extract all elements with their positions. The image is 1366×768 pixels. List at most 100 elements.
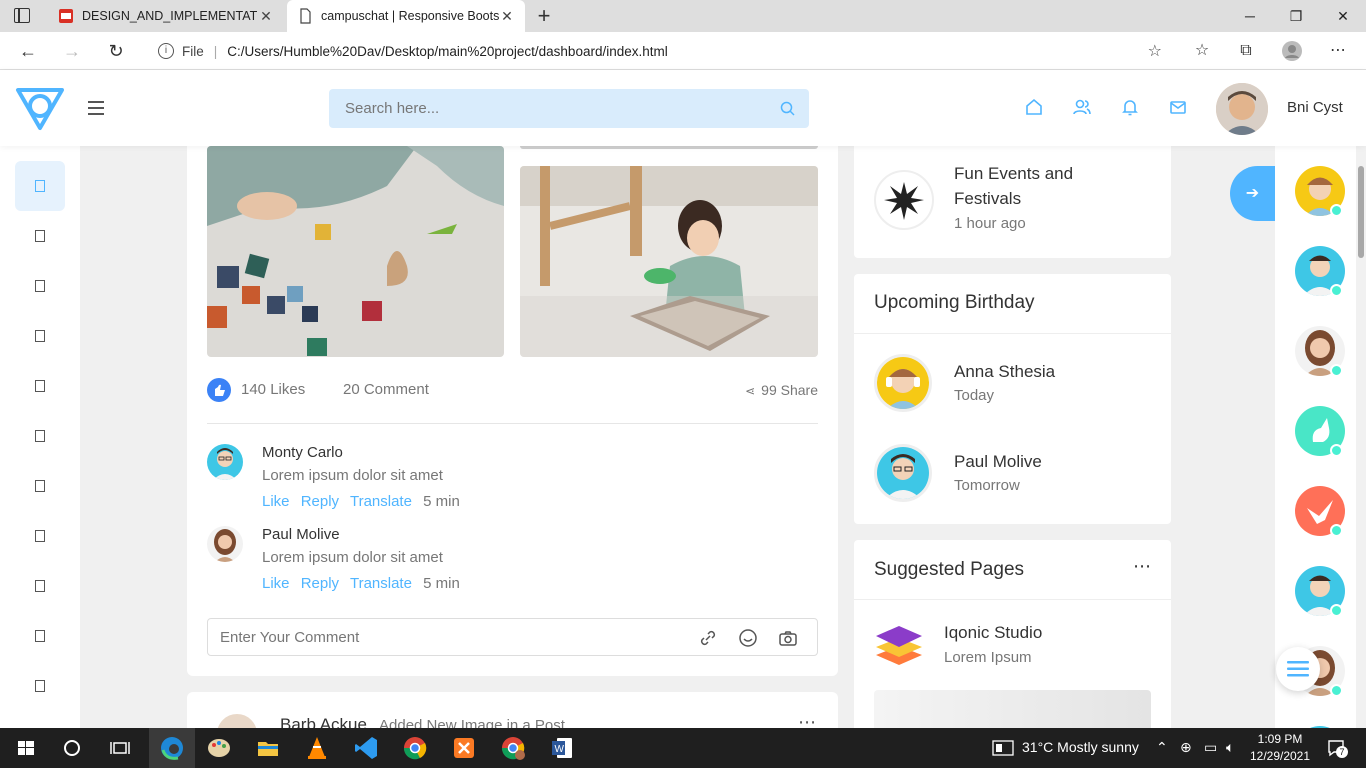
sidebar-item-music[interactable] <box>15 611 65 661</box>
friends-icon[interactable] <box>1072 97 1092 117</box>
collections-icon[interactable]: ⧉ <box>1234 40 1258 62</box>
comment-author[interactable]: Paul Molive <box>262 526 340 543</box>
mail-icon[interactable] <box>1168 97 1188 117</box>
restore-icon[interactable]: ❐ <box>1273 0 1319 32</box>
browser-tab-pdf[interactable]: DESIGN_AND_IMPLEMENTATION ✕ <box>48 0 284 32</box>
logo-icon[interactable] <box>14 84 66 132</box>
home-icon[interactable] <box>1024 97 1044 117</box>
file-explorer-icon[interactable] <box>254 734 282 762</box>
event-thumb[interactable] <box>874 170 934 230</box>
sidebar-item-photos[interactable] <box>15 411 65 461</box>
scrollbar-thumb[interactable] <box>1358 166 1364 258</box>
paint-icon[interactable] <box>205 734 233 762</box>
more-options-icon[interactable]: ⋯ <box>798 712 816 728</box>
search-input[interactable] <box>329 89 749 128</box>
reply-link[interactable]: Reply <box>301 575 339 592</box>
vlc-icon[interactable] <box>303 734 331 762</box>
comment-author[interactable]: Monty Carlo <box>262 444 343 461</box>
volume-icon[interactable]: 🔈︎ <box>1226 739 1234 756</box>
avatar[interactable] <box>215 712 259 728</box>
task-view-icon[interactable] <box>106 734 134 762</box>
search-icon[interactable] <box>780 101 795 116</box>
sidebar-item-friends[interactable] <box>15 261 65 311</box>
chevron-up-icon[interactable]: ⌃ <box>1156 739 1168 756</box>
iqonic-logo-icon[interactable] <box>874 622 924 670</box>
likes-count[interactable]: 140 Likes <box>241 381 305 398</box>
refresh-icon[interactable]: ↻ <box>102 38 130 64</box>
post-photo[interactable] <box>520 166 818 357</box>
notification-center-icon[interactable]: 7 <box>1326 738 1348 758</box>
sidebar-item-calendar[interactable] <box>15 561 65 611</box>
sidebar-item-profile[interactable] <box>15 211 65 261</box>
avatar[interactable] <box>207 444 243 480</box>
back-icon[interactable]: ← <box>14 38 42 64</box>
search-taskbar-icon[interactable] <box>58 734 86 762</box>
translate-link[interactable]: Translate <box>350 575 412 592</box>
avatar[interactable] <box>207 526 243 562</box>
user-name[interactable]: Bni Cyst <box>1287 99 1343 116</box>
reply-link[interactable]: Reply <box>301 493 339 510</box>
like-link[interactable]: Like <box>262 493 290 510</box>
comment-input[interactable] <box>208 619 668 655</box>
event-title-line2[interactable]: Festivals <box>954 189 1021 209</box>
vscode-icon[interactable] <box>352 734 380 762</box>
avatar[interactable] <box>1216 83 1268 135</box>
forward-icon[interactable]: → <box>58 38 86 64</box>
share-button[interactable]: ⋖ 99 Share <box>745 382 818 398</box>
close-tab-icon[interactable]: ✕ <box>258 8 274 25</box>
profile-icon[interactable] <box>1280 40 1304 62</box>
minimize-icon[interactable]: ─ <box>1227 0 1273 32</box>
edge-icon[interactable] <box>158 734 186 762</box>
word-icon[interactable]: W <box>548 734 576 762</box>
more-menu-icon[interactable]: ⋯ <box>1326 40 1350 62</box>
sidebar-item-pages[interactable] <box>15 361 65 411</box>
browser-tab-active[interactable]: campuschat | Responsive Bootstr ✕ <box>287 0 525 32</box>
like-icon[interactable] <box>207 378 231 402</box>
emoji-icon[interactable] <box>738 628 758 648</box>
page-cover-image[interactable] <box>874 690 1151 728</box>
add-favorite-icon[interactable]: ☆ <box>1148 41 1162 61</box>
link-icon[interactable] <box>698 628 718 648</box>
tab-actions-icon[interactable] <box>14 8 30 23</box>
page-scrollbar[interactable] <box>1356 146 1366 728</box>
comments-count[interactable]: 20 Comment <box>343 381 429 398</box>
app-header: Bni Cyst <box>0 70 1366 146</box>
post-photo[interactable] <box>207 146 504 357</box>
chat-menu-button[interactable] <box>1276 647 1320 691</box>
globe-icon[interactable]: ⊕ <box>1180 739 1192 756</box>
taskbar-clock[interactable]: 1:09 PM 12/29/2021 <box>1240 731 1320 765</box>
birthday-name[interactable]: Anna Sthesia <box>954 362 1055 382</box>
collapse-chat-button[interactable]: ➔ <box>1230 166 1275 221</box>
favorites-icon[interactable]: ☆ <box>1190 40 1214 62</box>
birthday-when: Tomorrow <box>954 477 1020 494</box>
sidebar-item-events[interactable] <box>15 511 65 561</box>
sidebar-item-groups[interactable] <box>15 311 65 361</box>
close-window-icon[interactable]: ✕ <box>1320 0 1366 32</box>
birthday-name[interactable]: Paul Molive <box>954 452 1042 472</box>
page-name[interactable]: Iqonic Studio <box>944 623 1042 643</box>
bell-icon[interactable] <box>1120 97 1140 117</box>
like-link[interactable]: Like <box>262 575 290 592</box>
battery-icon[interactable]: ▭ <box>1204 739 1217 756</box>
sidebar-item-newsfeed[interactable] <box>15 161 65 211</box>
address-bar[interactable]: i File | C:/Users/Humble%20Dav/Desktop/m… <box>146 37 1176 65</box>
translate-link[interactable]: Translate <box>350 493 412 510</box>
chrome-profile-icon[interactable] <box>499 734 527 762</box>
sidebar-item-weather[interactable] <box>15 661 65 711</box>
event-title[interactable]: Fun Events and <box>954 164 1073 184</box>
sidebar-item-videos[interactable] <box>15 461 65 511</box>
info-icon[interactable]: i <box>158 43 174 59</box>
more-options-icon[interactable]: ⋯ <box>1133 556 1151 577</box>
weather-text[interactable]: 31°C Mostly sunny <box>1022 739 1139 755</box>
windows-start-icon[interactable] <box>12 734 40 762</box>
menu-toggle-icon[interactable] <box>88 101 104 115</box>
chrome-icon[interactable] <box>401 734 429 762</box>
avatar[interactable] <box>874 444 932 502</box>
camera-icon[interactable] <box>778 628 798 648</box>
avatar[interactable] <box>874 354 932 412</box>
post-author[interactable]: Barb Ackue <box>280 715 367 728</box>
new-tab-button[interactable]: + <box>534 3 554 29</box>
weather-icon[interactable] <box>992 740 1014 756</box>
xampp-icon[interactable] <box>450 734 478 762</box>
close-tab-icon[interactable]: ✕ <box>499 8 515 25</box>
